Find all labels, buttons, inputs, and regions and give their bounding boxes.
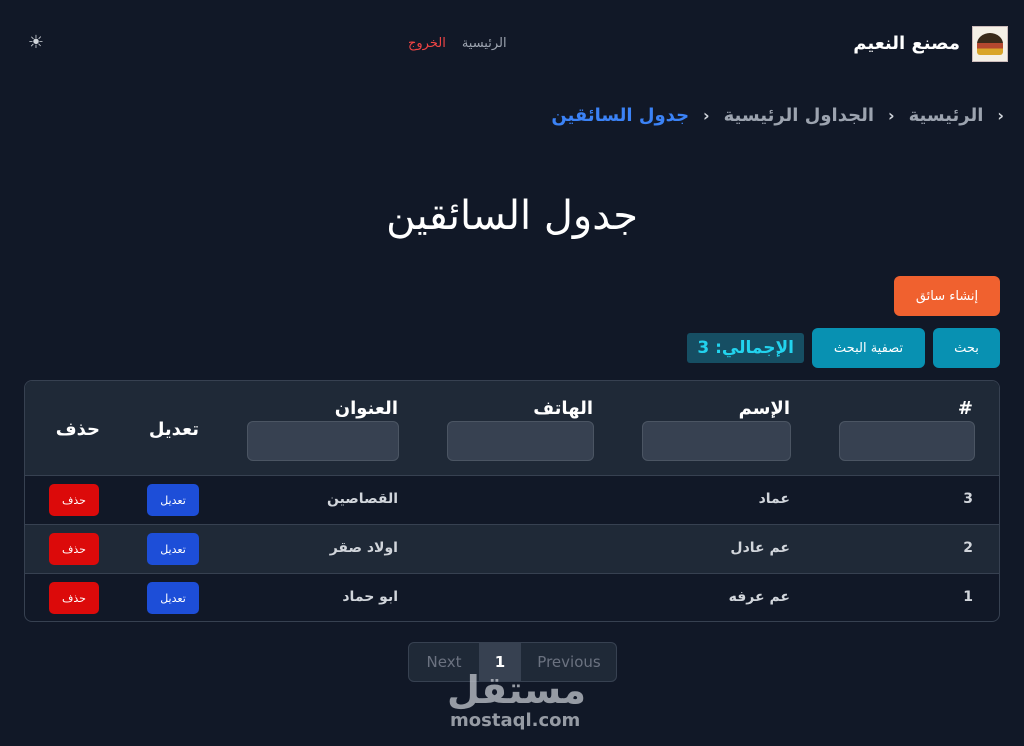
filter-phone-input[interactable] <box>447 421 594 461</box>
breadcrumb: ‹ الرئيسية ‹ الجداول الرئيسية ‹ جدول الس… <box>551 105 1004 126</box>
filter-search-button[interactable]: تصفية البحث <box>812 328 925 368</box>
table-header: # الإسم الهاتف العنوان تعديل حذف <box>25 381 999 475</box>
brand-logo[interactable] <box>972 26 1008 62</box>
cell-address: اولاد صقر <box>329 540 398 556</box>
breadcrumb-home[interactable]: الرئيسية <box>909 105 984 126</box>
nav-logout-link[interactable]: الخروج <box>408 36 446 51</box>
create-driver-button[interactable]: إنشاء سائق <box>894 276 1000 316</box>
header-address: العنوان <box>334 398 398 419</box>
navbar: مصنع النعيم الرئيسية الخروج ☀ <box>0 0 1024 88</box>
chevron-left-icon: ‹ <box>703 106 710 125</box>
watermark-site: mostaql.com <box>450 710 581 731</box>
filter-number-input[interactable] <box>839 421 975 461</box>
cell-address: القصاصين <box>326 491 398 507</box>
edit-button[interactable]: تعديل <box>147 533 199 565</box>
chevron-left-icon: ‹ <box>888 106 895 125</box>
watermark-arabic: مستقل <box>447 668 586 712</box>
cell-number: 3 <box>963 491 973 507</box>
breadcrumb-current: جدول السائقين <box>551 105 690 126</box>
page-title: جدول السائقين <box>386 193 638 239</box>
search-button[interactable]: بحث <box>933 328 1000 368</box>
nav-home-link[interactable]: الرئيسية <box>462 36 507 51</box>
header-phone: الهاتف <box>533 398 593 419</box>
cell-address: ابو حماد <box>342 589 398 605</box>
breadcrumb-tables[interactable]: الجداول الرئيسية <box>724 105 874 126</box>
nav-links: الرئيسية الخروج <box>408 36 507 51</box>
cell-name: عماد <box>758 491 790 507</box>
filter-address-input[interactable] <box>247 421 399 461</box>
table-row: 2 عم عادل اولاد صقر تعديل حذف <box>25 524 999 573</box>
edit-button[interactable]: تعديل <box>147 484 199 516</box>
drivers-table: # الإسم الهاتف العنوان تعديل حذف 3 عماد … <box>24 380 1000 622</box>
filter-name-input[interactable] <box>642 421 791 461</box>
cell-number: 1 <box>963 589 973 605</box>
total-badge: الإجمالي: 3 <box>687 333 804 363</box>
brand-name[interactable]: مصنع النعيم <box>853 33 960 54</box>
delete-button[interactable]: حذف <box>49 582 99 614</box>
logo-emblem <box>977 33 1003 55</box>
edit-button[interactable]: تعديل <box>147 582 199 614</box>
cell-name: عم عرفه <box>728 589 790 605</box>
table-row: 1 عم عرفه ابو حماد تعديل حذف <box>25 573 999 621</box>
header-number: # <box>957 398 973 419</box>
sun-icon[interactable]: ☀ <box>26 33 46 53</box>
header-name: الإسم <box>738 398 790 419</box>
chevron-left-icon: ‹ <box>997 106 1004 125</box>
cell-name: عم عادل <box>730 540 790 556</box>
header-delete: حذف <box>55 419 100 440</box>
cell-number: 2 <box>963 540 973 556</box>
delete-button[interactable]: حذف <box>49 484 99 516</box>
delete-button[interactable]: حذف <box>49 533 99 565</box>
table-row: 3 عماد القصاصين تعديل حذف <box>25 475 999 524</box>
header-edit: تعديل <box>148 419 199 440</box>
